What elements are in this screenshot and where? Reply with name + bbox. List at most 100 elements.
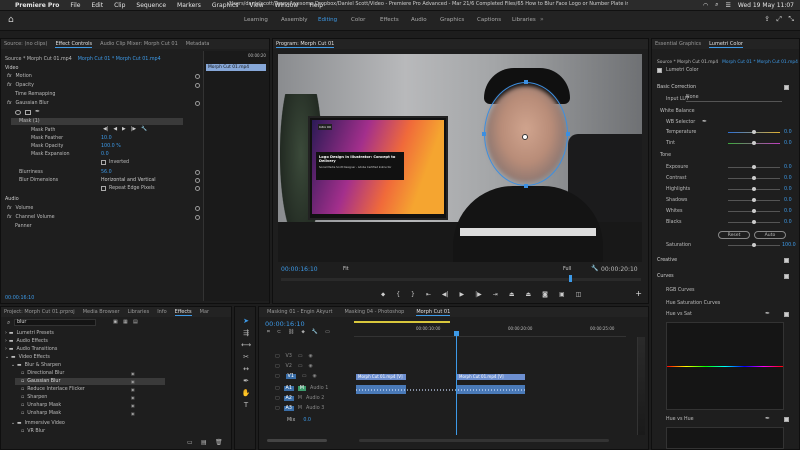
comparison-icon[interactable]: ▣ — [559, 291, 565, 298]
add-marker-icon[interactable]: ⬥ — [301, 329, 305, 335]
creative-checkbox[interactable] — [784, 258, 789, 263]
program-scrubber[interactable] — [281, 278, 641, 281]
mask-expansion-value[interactable]: 0.0 — [101, 151, 109, 158]
selection-tool-icon[interactable]: ➤ — [239, 315, 253, 327]
video-clip[interactable]: Morph Cut 01.mp4 [V] — [457, 374, 525, 380]
program-title[interactable]: Program: Morph Cut 01 — [276, 41, 335, 48]
eyedropper-icon[interactable]: ✒ — [765, 310, 770, 317]
hue-vs-hue-graph[interactable] — [666, 427, 784, 449]
tab-markers[interactable]: Mar — [200, 309, 209, 315]
home-icon[interactable]: ⌂ — [8, 15, 14, 25]
curves-checkbox[interactable] — [784, 274, 789, 279]
pen-mask-icon[interactable]: ✒ — [35, 108, 40, 115]
sync-icon[interactable]: ▭ — [302, 374, 307, 379]
track-a2[interactable]: A2 — [283, 396, 294, 401]
reset-icon[interactable] — [195, 74, 200, 79]
tab-audio-clip-mixer[interactable]: Audio Clip Mixer: Morph Cut 01 — [100, 41, 178, 47]
lock-icon[interactable]: ▢ — [275, 406, 280, 411]
blurriness-value[interactable]: 56.0 — [101, 169, 112, 176]
reset-icon[interactable] — [195, 101, 200, 106]
workspace-effects[interactable]: Effects — [380, 17, 399, 23]
contrast-knob[interactable] — [752, 176, 756, 180]
eye-icon[interactable]: ◉ — [308, 364, 312, 369]
work-area-bar[interactable] — [354, 321, 450, 323]
tab-metadata[interactable]: Metadata — [186, 41, 210, 47]
workspace-audio[interactable]: Audio — [411, 17, 427, 23]
share-icon[interactable]: ⇪ — [764, 15, 770, 23]
trash-icon[interactable]: 🗑 — [215, 439, 223, 446]
blacks-knob[interactable] — [752, 220, 756, 224]
snap-icon[interactable]: ⊂ — [277, 329, 281, 335]
reset-icon[interactable] — [195, 206, 200, 211]
eyedropper-icon[interactable]: ✒ — [765, 415, 770, 422]
tint-value[interactable]: 0.0 — [784, 140, 792, 147]
chevron-down-icon[interactable]: ⌄ — [11, 421, 15, 426]
sync-icon[interactable]: ▭ — [298, 364, 303, 369]
quick-export-icon[interactable]: ⤢ — [776, 15, 782, 24]
immersive-video-item[interactable]: Immersive Video — [25, 421, 65, 426]
mask-name[interactable]: Mask (1) — [19, 118, 40, 125]
reset-icon[interactable] — [195, 186, 200, 191]
reset-icon[interactable] — [195, 178, 200, 183]
marker-icon[interactable]: ⬥ — [381, 291, 385, 299]
lock-icon[interactable]: ▢ — [275, 354, 280, 359]
motion-label[interactable]: Motion — [16, 74, 32, 79]
lumetri-clip[interactable]: Morph Cut 01 * Morph Cut 01.mp4 — [722, 60, 798, 65]
mute-button[interactable]: M — [298, 406, 302, 411]
workspace-editing[interactable]: Editing — [318, 17, 337, 23]
razor-tool-icon[interactable]: ✂ — [239, 351, 253, 363]
video-effects-item[interactable]: Video Effects — [19, 355, 50, 360]
exposure-knob[interactable] — [752, 165, 756, 169]
hue-vs-sat-graph[interactable] — [666, 322, 784, 410]
basic-correction-header[interactable]: Basic Correction — [657, 84, 696, 91]
opacity-label[interactable]: Opacity — [16, 83, 34, 88]
mask-opacity-value[interactable]: 100.0 % — [101, 143, 121, 150]
clock[interactable]: Wed 19 May 11:07 — [738, 2, 794, 9]
menu-sequence[interactable]: Sequence — [136, 2, 166, 9]
nest-icon[interactable]: ⌗ — [267, 329, 270, 335]
fit-select[interactable]: Fit — [343, 266, 349, 273]
accelerated-effects-icon[interactable]: ▣ — [113, 319, 118, 325]
tab-sequence-masking-01[interactable]: Masking 01 - Engin Akyurt — [267, 309, 332, 315]
program-playhead[interactable] — [569, 275, 572, 282]
tab-info[interactable]: Info — [157, 309, 166, 315]
workspace-graphics[interactable]: Graphics — [440, 17, 464, 23]
wrench-icon[interactable]: 🔧 — [141, 127, 147, 132]
effects-search-input[interactable]: blur — [14, 319, 96, 326]
tint-knob[interactable] — [752, 141, 756, 145]
tab-sequence-morph-cut[interactable]: Morph Cut 01 — [416, 309, 451, 316]
blacks-value[interactable]: 0.0 — [784, 219, 792, 226]
reset-icon[interactable] — [195, 215, 200, 220]
sharpen-item[interactable]: Sharpen — [27, 395, 47, 400]
temperature-knob[interactable] — [752, 130, 756, 134]
hue-sat-curves-label[interactable]: Hue Saturation Curves — [666, 300, 720, 307]
tab-essential-graphics[interactable]: Essential Graphics — [655, 41, 701, 47]
exposure-value[interactable]: 0.0 — [784, 164, 792, 171]
gaussian-blur-label[interactable]: Gaussian Blur — [16, 101, 49, 106]
tab-effects[interactable]: Effects — [174, 309, 192, 316]
mask-feather-value[interactable]: 10.0 — [101, 135, 112, 142]
chevron-right-icon[interactable]: › — [5, 331, 7, 336]
volume-label[interactable]: Volume — [16, 206, 34, 211]
wifi-icon[interactable]: ◠ — [703, 2, 708, 9]
curves-header[interactable]: Curves — [657, 273, 674, 280]
fullscreen-icon[interactable]: ⤡ — [788, 15, 794, 24]
menu-premiere-pro[interactable]: Premiere Pro — [15, 2, 59, 9]
workspace-color[interactable]: Color — [351, 17, 365, 23]
ec-mini-timeline[interactable]: 00:00:20 Morph Cut 01.mp4 — [203, 51, 269, 301]
shadows-knob[interactable] — [752, 198, 756, 202]
slip-tool-icon[interactable]: ↔ — [239, 363, 253, 375]
mask-handle-left[interactable] — [482, 132, 486, 136]
whites-knob[interactable] — [752, 209, 756, 213]
camera-icon[interactable]: ◙ — [542, 291, 548, 298]
mark-out-icon[interactable]: } — [411, 291, 415, 298]
timeline-settings-icon[interactable]: 🔧 — [312, 329, 318, 335]
chevron-down-icon[interactable]: ⌄ — [11, 363, 15, 368]
track-back-frame-icon[interactable]: ◀| — [103, 127, 108, 132]
repeat-edge-checkbox[interactable] — [101, 186, 106, 191]
tab-sequence-masking-04[interactable]: Masking 04 - Photoshop — [344, 309, 404, 315]
chevron-right-icon[interactable]: › — [5, 347, 7, 352]
yuv-effects-icon[interactable]: ▤ — [133, 319, 138, 325]
track-v2[interactable]: V2 — [286, 364, 292, 369]
rect-mask-icon[interactable] — [25, 110, 31, 115]
